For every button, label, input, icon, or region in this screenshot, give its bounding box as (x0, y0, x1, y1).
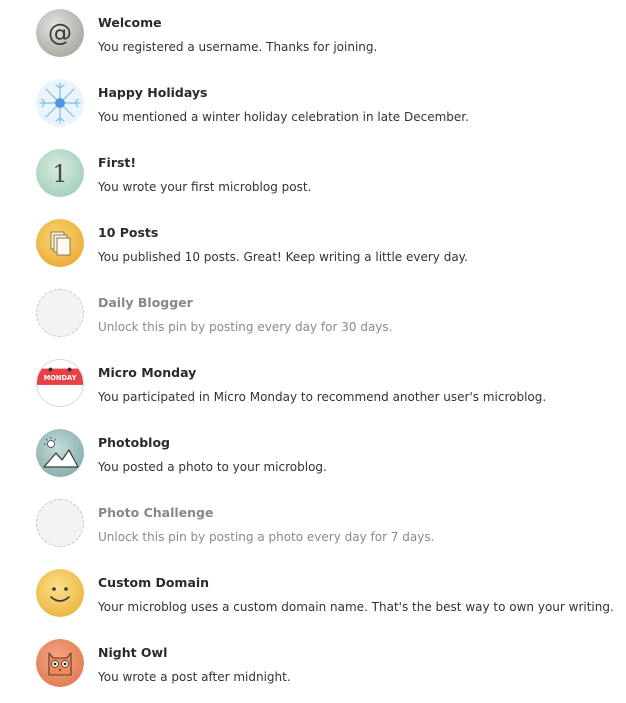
locked-pin-placeholder-icon (36, 499, 84, 547)
pin-item-photo-challenge[interactable]: Photo Challenge Unlock this pin by posti… (0, 490, 626, 560)
pin-item-welcome[interactable]: @ Welcome You registered a username. Tha… (0, 0, 626, 70)
pin-item-micro-monday[interactable]: MONDAY Micro Monday You participated in … (0, 350, 626, 420)
pin-title: First! (98, 155, 137, 170)
pin-item-first[interactable]: 1 First! You wrote your first microblog … (0, 140, 626, 210)
calendar-icon: MONDAY (36, 359, 84, 407)
smiley-face-icon (36, 569, 84, 617)
pin-title: Micro Monday (98, 365, 197, 380)
pin-description: Your microblog uses a custom domain name… (98, 600, 614, 614)
pin-description: You mentioned a winter holiday celebrati… (98, 110, 469, 124)
pin-title: Daily Blogger (98, 295, 193, 310)
snowflake-icon (36, 79, 84, 127)
stacked-pages-icon (36, 219, 84, 267)
svg-text:1: 1 (52, 160, 67, 188)
owl-icon (36, 639, 84, 687)
svg-text:@: @ (48, 19, 72, 47)
locked-pin-placeholder-icon (36, 289, 84, 337)
pin-description: You participated in Micro Monday to reco… (98, 390, 547, 404)
pin-description: You published 10 posts. Great! Keep writ… (98, 250, 468, 264)
pin-title: Night Owl (98, 645, 168, 660)
at-sign-icon: @ (36, 9, 84, 57)
pin-description: Unlock this pin by posting every day for… (98, 320, 393, 334)
pin-description: You wrote your first microblog post. (98, 180, 312, 194)
pin-title: 10 Posts (98, 225, 159, 240)
pin-description: You wrote a post after midnight. (98, 670, 291, 684)
pin-description: You posted a photo to your microblog. (98, 460, 327, 474)
pin-item-happy-holidays[interactable]: Happy Holidays You mentioned a winter ho… (0, 70, 626, 140)
calendar-label: MONDAY (44, 374, 77, 382)
pin-item-photoblog[interactable]: Photoblog You posted a photo to your mic… (0, 420, 626, 490)
pin-title: Happy Holidays (98, 85, 208, 100)
mountain-sun-icon (36, 429, 84, 477)
pin-description: You registered a username. Thanks for jo… (98, 40, 378, 54)
pin-item-custom-domain[interactable]: Custom Domain Your microblog uses a cust… (0, 560, 626, 630)
pin-description: Unlock this pin by posting a photo every… (98, 530, 435, 544)
pin-item-daily-blogger[interactable]: Daily Blogger Unlock this pin by posting… (0, 280, 626, 350)
pin-item-10-posts[interactable]: 10 Posts You published 10 posts. Great! … (0, 210, 626, 280)
pin-title: Custom Domain (98, 575, 210, 590)
pin-title: Photoblog (98, 435, 170, 450)
pin-title: Welcome (98, 15, 162, 30)
pin-item-night-owl[interactable]: Night Owl You wrote a post after midnigh… (0, 630, 626, 700)
number-one-icon: 1 (36, 149, 84, 197)
pins-list: @ Welcome You registered a username. Tha… (0, 0, 626, 703)
pin-title: Photo Challenge (98, 505, 214, 520)
